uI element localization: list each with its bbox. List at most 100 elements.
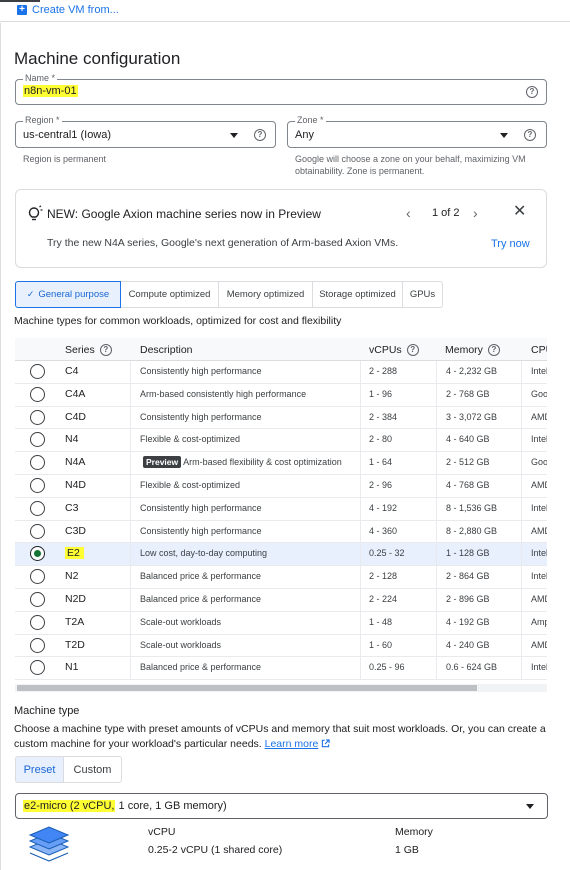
external-link-icon [322, 739, 330, 748]
series-radio[interactable] [30, 409, 45, 425]
column-divider [130, 520, 131, 543]
series-radio[interactable] [30, 569, 45, 585]
help-icon[interactable]: ? [524, 129, 536, 141]
description-text: Consistently high performance [140, 502, 262, 513]
close-icon[interactable]: ✕ [513, 204, 526, 220]
header-label: Description [140, 344, 193, 356]
scrollbar-thumb[interactable] [17, 685, 477, 691]
description-cell: Preview Arm-based flexibility & cost opti… [143, 456, 342, 469]
column-divider [130, 361, 131, 383]
col-header-memory[interactable]: Memory? [445, 344, 500, 356]
series-cell: N1 [65, 661, 79, 674]
vcpus-cell: 2 - 128 [369, 571, 398, 582]
top-notch [0, 0, 40, 2]
table-row[interactable]: N4A Preview Arm-based flexibility & cost o… [15, 452, 547, 475]
series-radio[interactable] [30, 614, 45, 630]
column-divider [436, 406, 437, 429]
help-icon[interactable]: ? [487, 344, 500, 356]
region-label: Region * [23, 115, 62, 125]
preview-badge: Preview [143, 456, 182, 469]
table-row[interactable]: T2A Scale-out workloads 1 - 48 4 - 192 GB Am… [15, 611, 547, 635]
table-row[interactable]: N4D Flexible & cost-optimized 2 - 96 4 - 76… [15, 475, 547, 498]
memory-cell: 2 - 512 GB [446, 457, 490, 468]
custom-button[interactable]: Custom [64, 756, 122, 783]
machine-type-select-value-rest: 1 core, 1 GB memory) [115, 800, 227, 812]
cpu-cell: AMD [531, 411, 547, 422]
machine-type-desc-line1: Choose a machine type with preset amount… [14, 723, 546, 735]
table-row[interactable]: T2D Scale-out workloads 1 - 60 4 - 240 GB AM… [15, 634, 547, 658]
axion-banner: NEW: Google Axion machine series now in … [15, 189, 547, 268]
create-vm-from-link[interactable]: + Create VM from... [17, 4, 119, 16]
zone-value: Any [295, 129, 314, 141]
region-select[interactable]: Region * us-central1 (Iowa) ? [15, 115, 276, 148]
column-divider [521, 520, 522, 543]
table-row[interactable]: C4A Arm-based consistently high performan… [15, 383, 547, 407]
table-row[interactable]: C4D Consistently high performance 2 - 384 3… [15, 406, 547, 430]
check-icon: ✓ [26, 289, 35, 299]
table-row[interactable]: C3 Consistently high performance 4 - 192 8 … [15, 497, 547, 521]
zone-hint-line1: Google will choose a zone on your behalf… [295, 154, 526, 164]
help-icon[interactable]: ? [99, 344, 112, 356]
description-text: Low cost, day-to-day computing [140, 548, 268, 559]
name-field-label: Name * [23, 73, 58, 83]
stack-icon [28, 826, 70, 862]
memory-value: 1 GB [395, 844, 419, 856]
table-row[interactable]: N2 Balanced price & performance 2 - 128 2 -… [15, 566, 547, 589]
vcpus-cell: 1 - 96 [369, 388, 393, 399]
memory-cell: 2 - 864 GB [446, 571, 490, 582]
vcpus-cell: 1 - 64 [369, 457, 393, 468]
zone-select[interactable]: Zone * Any ? [287, 115, 547, 148]
column-divider [436, 361, 437, 383]
col-header-cpu[interactable]: CPU [531, 344, 547, 356]
tab-memory-optimized[interactable]: Memory optimized [219, 281, 313, 308]
table-row[interactable]: N2D Balanced price & performance 2 - 224 2 … [15, 589, 547, 612]
col-header-vcpus[interactable]: vCPUs? [369, 344, 419, 356]
col-header-description[interactable]: Description [140, 344, 193, 356]
tab-gpus[interactable]: GPUs [403, 281, 443, 308]
series-radio[interactable] [30, 386, 45, 402]
table-row[interactable]: N4 Flexible & cost-optimized 2 - 80 4 - 640… [15, 429, 547, 453]
machine-type-select[interactable]: e2-micro (2 vCPU, 1 core, 1 GB memory) [15, 793, 548, 819]
table-row[interactable]: E2 Low cost, day-to-day computing 0.25 - 3… [15, 543, 547, 567]
table-row[interactable]: N1 Balanced price & performance 0.25 - 96 0… [15, 657, 547, 681]
help-icon[interactable]: ? [254, 129, 266, 141]
series-radio[interactable] [30, 637, 45, 653]
help-icon[interactable]: ? [406, 344, 419, 356]
column-divider [130, 497, 131, 520]
table-row[interactable]: C4 Consistently high performance 2 - 288 4 … [15, 361, 547, 384]
series-radio[interactable] [30, 432, 45, 448]
series-radio[interactable] [30, 364, 45, 379]
series-radio[interactable] [30, 478, 45, 493]
chevron-right-icon[interactable]: › [473, 206, 478, 220]
series-radio[interactable] [30, 455, 45, 471]
learn-more-link[interactable]: Learn more [265, 738, 319, 750]
preset-button[interactable]: Preset [15, 756, 64, 783]
memory-cell: 2 - 896 GB [446, 594, 490, 604]
series-radio[interactable] [30, 523, 45, 539]
help-icon[interactable]: ? [526, 86, 538, 98]
description-cell: Balanced price & performance [140, 662, 261, 672]
tab-general-purpose[interactable]: ✓ General purpose [15, 281, 121, 308]
table-horizontal-scrollbar[interactable] [15, 684, 547, 692]
column-divider [130, 634, 131, 657]
try-now-link[interactable]: Try now [491, 238, 530, 250]
series-radio[interactable] [30, 546, 45, 562]
series-radio[interactable] [30, 592, 45, 607]
cpu-cell: Amp [531, 616, 547, 627]
series-cell: C3 [65, 501, 79, 514]
column-divider [360, 611, 361, 634]
description-text: Arm-based flexibility & cost optimizatio… [183, 457, 342, 468]
name-field-value: n8n-vm-01 [23, 85, 78, 97]
col-header-series[interactable]: Series? [65, 344, 112, 356]
tab-storage-optimized[interactable]: Storage optimized [313, 281, 403, 308]
description-text: Balanced price & performance [140, 594, 262, 604]
tab-compute-optimized[interactable]: Compute optimized [121, 281, 219, 308]
table-row[interactable]: C3D Consistently high performance 4 - 360 8… [15, 520, 547, 544]
series-radio[interactable] [30, 660, 45, 676]
tab-label: Storage optimized [319, 289, 396, 300]
column-divider [436, 383, 437, 406]
chevron-left-icon[interactable]: ‹ [406, 206, 411, 220]
name-field[interactable]: Name * n8n-vm-01 ? [15, 73, 547, 105]
series-cell: E2 [65, 547, 84, 560]
series-radio[interactable] [30, 500, 45, 516]
